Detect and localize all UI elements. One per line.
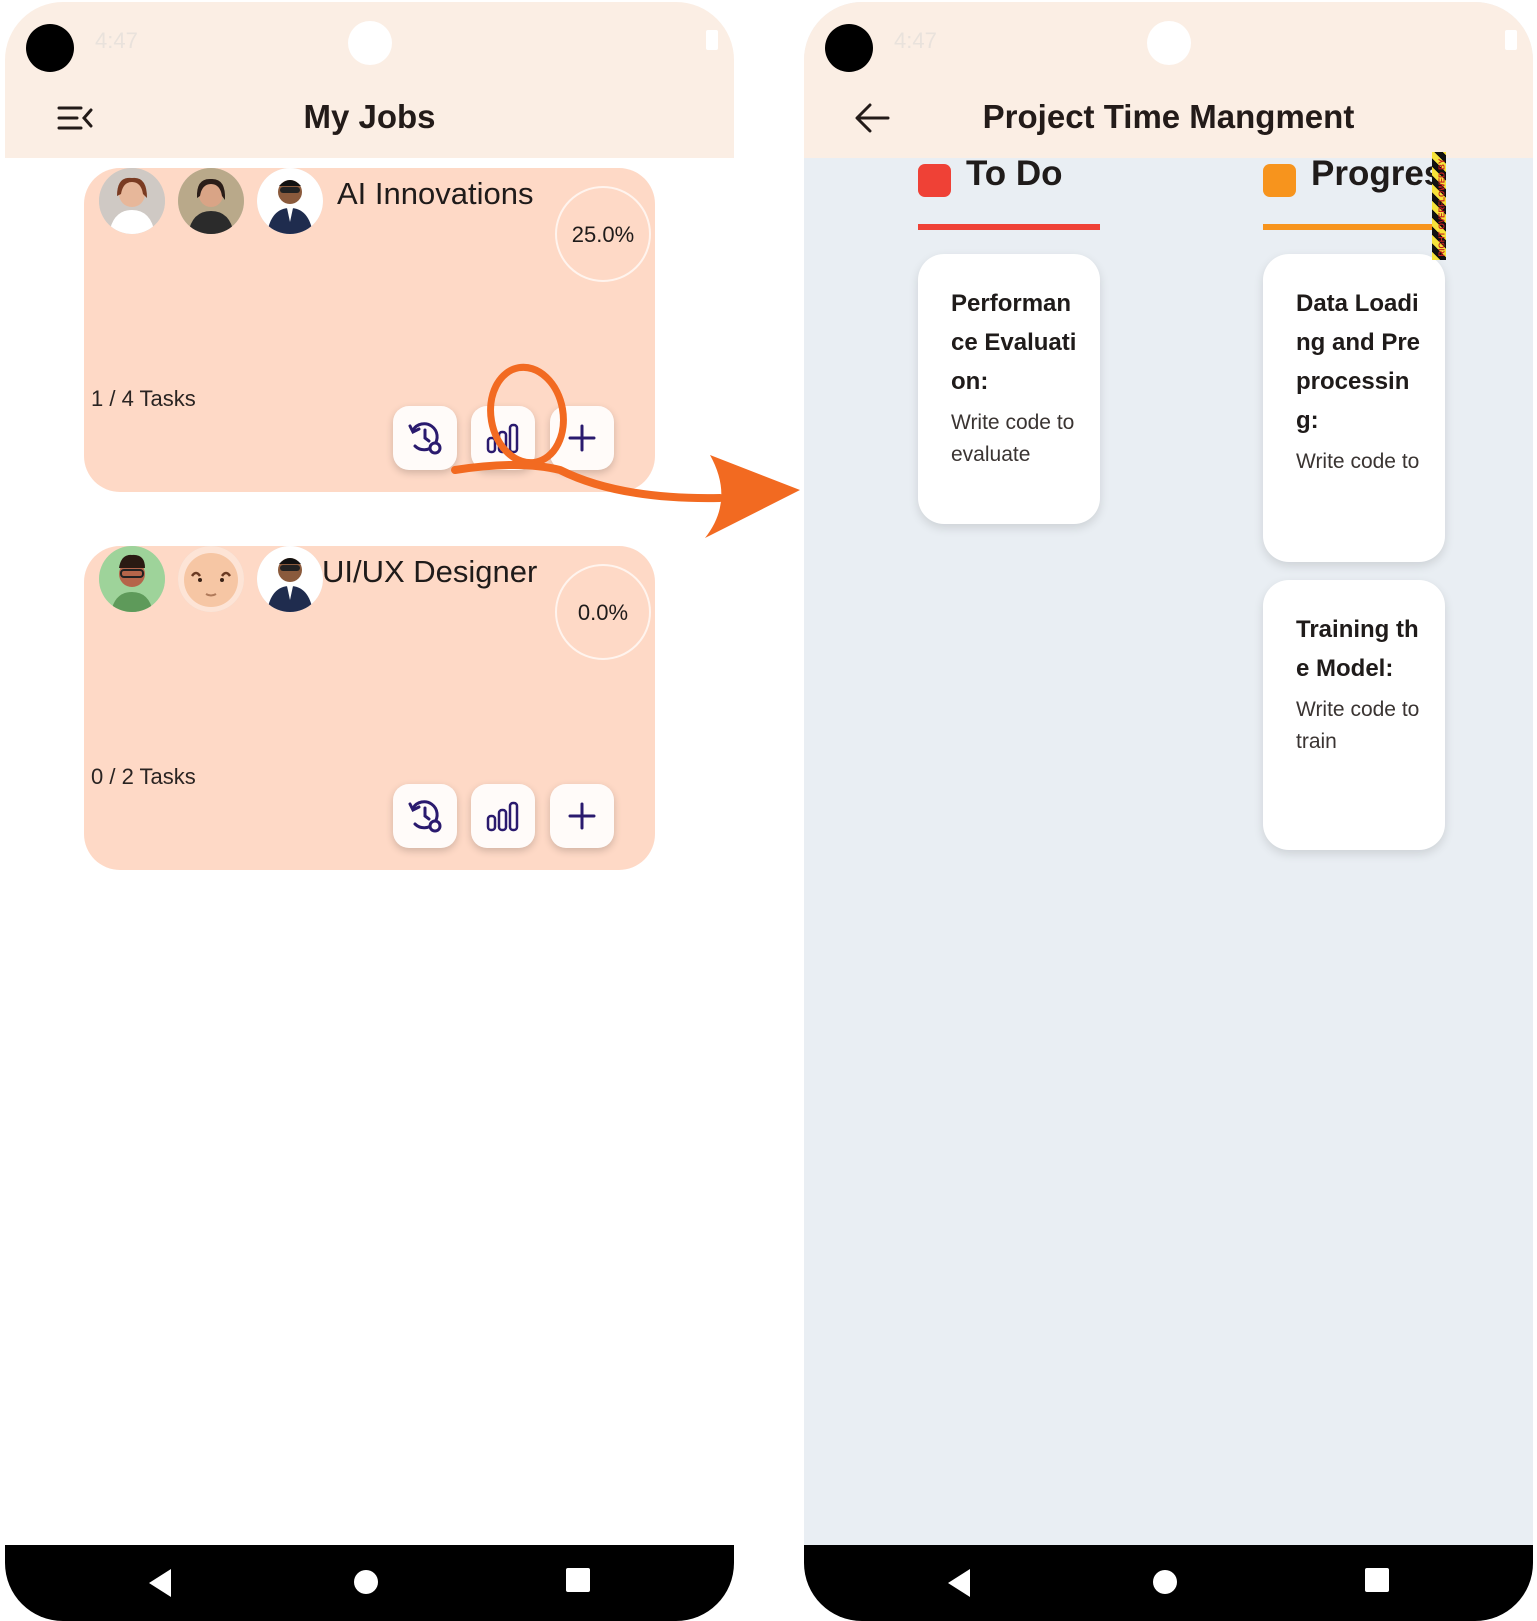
status-bar: 4:47: [804, 2, 1533, 80]
avatar: [257, 168, 323, 234]
task-title: Training the Model:: [1296, 616, 1419, 682]
avatar: [99, 168, 165, 234]
task-card[interactable]: Training the Model: Write code to train: [1263, 580, 1445, 850]
bar-chart-icon: [486, 801, 519, 832]
front-camera: [348, 21, 392, 65]
phone-project-board: 4:47 Project Time Mangment To Do Perform…: [804, 2, 1533, 1621]
column-header: Progress: [1263, 154, 1441, 234]
history-settings-icon: [408, 422, 442, 455]
battery-icon: [1505, 30, 1517, 50]
nav-recents-icon[interactable]: [565, 1567, 591, 1593]
time-settings-button[interactable]: [393, 784, 457, 848]
page-title: Project Time Mangment: [982, 98, 1355, 135]
plus-icon: [568, 424, 596, 452]
task-title: Performance Evaluation:: [951, 290, 1077, 395]
progress-ring: 25.0%: [555, 186, 651, 282]
job-title: UI/UX Designer: [322, 554, 538, 589]
task-card[interactable]: Performance Evaluation: Write code to ev…: [918, 254, 1100, 524]
job-card[interactable]: AI Innovations 25.0% 1 / 4 Tasks: [84, 168, 655, 492]
phone-my-jobs: 4:47 My Jobs AI Innovations 25.0% 1 / 4 …: [5, 2, 734, 1621]
kanban-board-button[interactable]: [471, 406, 535, 470]
nav-back-icon[interactable]: [145, 1567, 175, 1599]
avatar: [99, 546, 165, 612]
plus-icon: [568, 802, 596, 830]
progress-percent: 0.0%: [577, 600, 629, 625]
column-title: Progress: [1311, 154, 1441, 193]
avatar: [178, 168, 244, 234]
app-bar: My Jobs: [5, 80, 734, 158]
job-title: AI Innovations: [337, 176, 534, 211]
nav-recents-icon[interactable]: [1364, 1567, 1390, 1593]
nav-home-icon[interactable]: [1150, 1567, 1180, 1597]
tasks-count: 1 / 4 Tasks: [91, 386, 196, 411]
time-settings-button[interactable]: [393, 406, 457, 470]
task-title: Data Loading and Preprocessing:: [1296, 290, 1421, 434]
task-description: Write code to evaluate: [951, 411, 1075, 466]
status-time: 4:47: [95, 28, 138, 53]
overflow-warning-text: RIGHT OVERFLOWED BY: [1437, 158, 1447, 257]
column-title: To Do: [966, 154, 1063, 193]
nav-back-icon[interactable]: [944, 1567, 974, 1599]
progress-color-swatch: [1263, 164, 1296, 197]
task-card[interactable]: Data Loading and Preprocessing: Write co…: [1263, 254, 1445, 562]
history-settings-icon: [408, 800, 442, 833]
system-nav-bar: [5, 1545, 734, 1621]
progress-ring: 0.0%: [555, 564, 651, 660]
status-bar: 4:47: [5, 2, 734, 80]
camera-cutout: [26, 24, 74, 72]
front-camera: [1147, 21, 1191, 65]
add-task-button[interactable]: [550, 406, 614, 470]
job-card[interactable]: UI/UX Designer 0.0% 0 / 2 Tasks: [84, 546, 655, 870]
battery-icon: [706, 30, 718, 50]
progress-percent: 25.0%: [571, 222, 635, 247]
task-description: Write code to: [1296, 450, 1420, 473]
bar-chart-icon: [486, 423, 519, 454]
tasks-count: 0 / 2 Tasks: [91, 764, 196, 789]
app-bar: Project Time Mangment: [804, 80, 1533, 158]
kanban-board-button[interactable]: [471, 784, 535, 848]
overflow-warning-stripe: RIGHT OVERFLOWED BY: [1432, 152, 1446, 260]
task-description: Write code to train: [1296, 698, 1420, 753]
camera-cutout: [825, 24, 873, 72]
add-task-button[interactable]: [550, 784, 614, 848]
avatar: [178, 546, 244, 612]
column-underline: [1263, 224, 1441, 230]
system-nav-bar: [804, 1545, 1533, 1621]
todo-color-swatch: [918, 164, 951, 197]
status-time: 4:47: [894, 28, 937, 53]
page-title: My Jobs: [303, 98, 436, 135]
avatar: [257, 546, 323, 612]
nav-home-icon[interactable]: [351, 1567, 381, 1597]
column-underline: [918, 224, 1100, 230]
